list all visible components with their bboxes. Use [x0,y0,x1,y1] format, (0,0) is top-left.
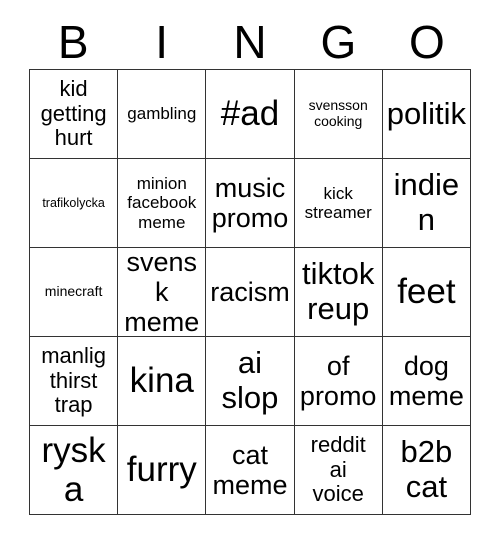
bingo-cell-n1[interactable]: #ad [206,70,295,159]
bingo-cell-b2[interactable]: trafikolycka [30,159,119,248]
bingo-cell-g5[interactable]: reddit ai voice [294,426,383,515]
bingo-cell-label: svensk meme [124,248,200,337]
bingo-cell-i2[interactable]: minion facebook meme [118,159,207,248]
bingo-cell-label: minion facebook meme [127,174,197,232]
bingo-cell-i5[interactable]: furry [118,426,207,515]
bingo-cell-b3[interactable]: minecraft [30,248,119,337]
bingo-cell-label: svensson cooking [308,97,368,129]
bingo-cell-b1[interactable]: kid getting hurt [30,70,119,159]
bingo-card: B I N G O kid getting hurt gambling #ad … [0,0,500,544]
bingo-cell-label: ryska [41,430,106,509]
bingo-cell-g3[interactable]: tiktok reup [294,248,383,337]
bingo-header-letter-n: N [233,15,267,68]
bingo-cell-label: politik [386,95,467,131]
bingo-cell-i3[interactable]: svensk meme [118,248,207,337]
bingo-cell-label: of promo [299,350,377,411]
bingo-cell-label: minecraft [44,283,103,300]
bingo-cell-label: kid getting hurt [40,76,107,151]
bingo-cell-label: tiktok reup [302,256,375,326]
bingo-cell-label: trafikolycka [42,196,105,210]
bingo-cell-label: gambling [127,104,197,124]
bingo-grid: kid getting hurt gambling #ad svensson c… [29,69,471,515]
bingo-cell-label: indien [393,167,460,237]
bingo-cell-label: ai slop [221,345,279,415]
bingo-cell-o2[interactable]: indien [382,159,471,248]
bingo-cell-i1[interactable]: gambling [118,70,207,159]
bingo-cell-o5[interactable]: b2b cat [382,426,471,515]
bingo-cell-label: manlig thirst trap [41,343,106,418]
bingo-cell-n2[interactable]: music promo [206,159,295,248]
bingo-cell-g2[interactable]: kick streamer [294,159,383,248]
bingo-cell-label: feet [397,272,456,312]
bingo-header-letter-i: I [155,15,168,68]
bingo-cell-g4[interactable]: of promo [294,337,383,426]
bingo-header-letter-b: B [57,15,89,68]
bingo-cell-o4[interactable]: dog meme [382,337,471,426]
bingo-cell-label: #ad [220,94,280,134]
bingo-cell-n3[interactable]: racism [206,248,295,337]
bingo-header-letter-o: O [408,15,445,68]
bingo-cell-label: reddit ai voice [310,432,366,507]
bingo-cell-label: cat meme [212,439,288,500]
bingo-cell-label: dog meme [388,350,464,411]
bingo-cell-o1[interactable]: politik [382,70,471,159]
bingo-cell-label: kick streamer [304,183,372,222]
bingo-cell-label: b2b cat [400,434,453,504]
bingo-cell-label: music promo [211,172,289,233]
bingo-cell-b4[interactable]: manlig thirst trap [30,337,119,426]
bingo-cell-i4[interactable]: kina [118,337,207,426]
bingo-cell-b5[interactable]: ryska [30,426,119,515]
bingo-cell-g1[interactable]: svensson cooking [294,70,383,159]
bingo-header-row: B I N G O [29,14,471,69]
bingo-cell-label: furry [126,450,197,490]
bingo-cell-n4[interactable]: ai slop [206,337,295,426]
bingo-cell-o3[interactable]: feet [382,248,471,337]
bingo-cell-label: kina [129,361,194,401]
bingo-header-letter-g: G [320,15,357,68]
bingo-cell-n5[interactable]: cat meme [206,426,295,515]
bingo-cell-label: racism [210,276,290,307]
